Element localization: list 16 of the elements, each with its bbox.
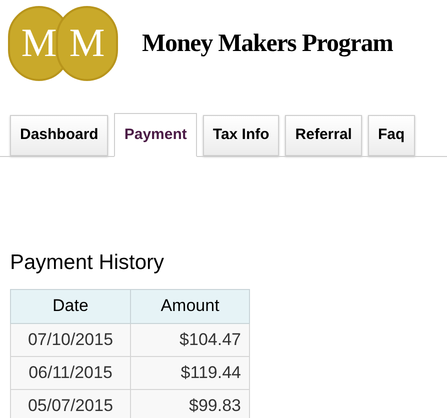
tab[interactable]: Tax Info [202,115,280,156]
logo-letter: M [69,23,105,63]
tab[interactable]: Dashboard [10,115,108,156]
tab[interactable]: Payment [114,113,197,157]
table-cell: 06/11/2015 [10,356,130,389]
section-heading: Payment History [10,250,166,276]
tab[interactable]: Faq [368,115,415,156]
table-cell: $119.44 [130,356,250,389]
column-header: Amount [130,289,250,323]
tab[interactable]: Referral [285,115,362,156]
logo-letter: M [21,23,57,63]
column-header: Date [10,289,130,323]
table-cell: $104.47 [130,323,250,356]
table-cell: 05/07/2015 [10,389,130,418]
site-title: Money Makers Program [142,29,393,60]
table-cell: 07/10/2015 [10,323,130,356]
